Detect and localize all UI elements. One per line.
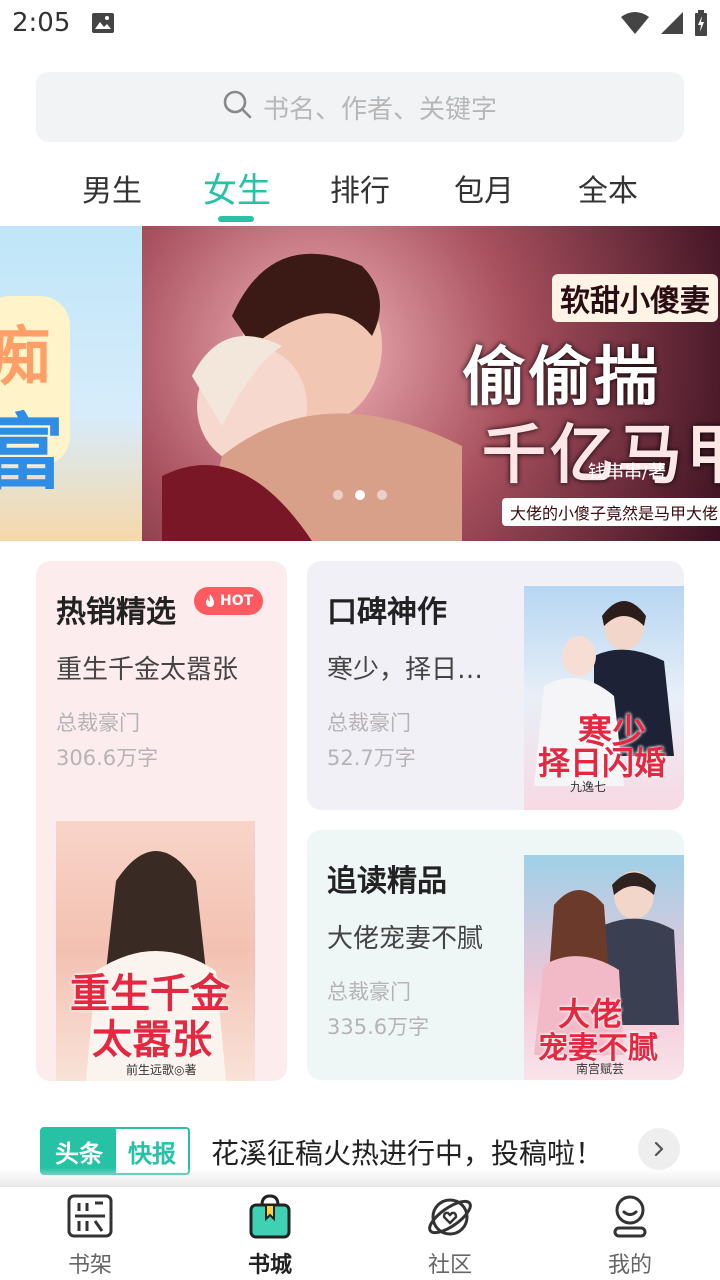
tab-female[interactable]: 女生	[203, 163, 271, 212]
pager-dot[interactable]	[377, 490, 387, 500]
book-cover[interactable]: 大佬 宠妻不腻 南宫赋芸	[524, 855, 684, 1080]
chevron-right-icon[interactable]	[638, 1128, 680, 1170]
signal-icon	[660, 11, 684, 39]
search-placeholder: 书名、作者、关键字	[262, 94, 497, 125]
book-name: 大佬宠妻不腻	[327, 924, 484, 954]
wifi-icon	[620, 11, 650, 39]
status-bar: 2:05	[0, 0, 720, 50]
book-word-count: 335.6万字	[327, 1015, 430, 1039]
hot-badge-label: HOT	[220, 593, 254, 609]
word-of-mouth-card[interactable]: 口碑神作 寒少，择日… 总裁豪门 52.7万字 寒少 择日闪婚 九逸七	[307, 561, 684, 810]
banner-tagline: 大佬的小傻子竟然是马甲大佬	[502, 498, 720, 526]
bookstore-bag-icon	[247, 1193, 293, 1243]
book-name: 重生千金太嚣张	[56, 655, 239, 685]
image-icon	[91, 12, 115, 34]
book-cover[interactable]: 重生千金 太嚣张 前生远歌◎著	[56, 821, 255, 1081]
tab-male[interactable]: 男生	[82, 166, 142, 210]
card-title: 热销精选	[56, 595, 176, 630]
card-title: 口碑神作	[327, 595, 447, 630]
book-word-count: 52.7万字	[327, 746, 416, 770]
bottom-navigation: 书架 书城 社区 我的	[0, 1186, 720, 1280]
book-name: 寒少，择日…	[327, 655, 484, 685]
hot-picks-card[interactable]: 热销精选 HOT 重生千金太嚣张 总裁豪门 306.6万字 重生千金 太嚣张 前…	[36, 561, 287, 1081]
profile-icon	[607, 1193, 653, 1243]
must-read-card[interactable]: 追读精品 大佬宠妻不腻 总裁豪门 335.6万字 大佬 宠妻不腻 南宫赋芸	[307, 830, 684, 1080]
status-time: 2:05	[12, 8, 71, 38]
banner-glyph: 痴	[0, 321, 50, 395]
nav-bookshelf-label: 书架	[67, 1253, 112, 1278]
nav-profile-label: 我的	[607, 1253, 652, 1278]
community-planet-icon	[427, 1193, 473, 1243]
nav-bookstore-label: 书城	[247, 1253, 292, 1278]
search-bar[interactable]: 书名、作者、关键字	[36, 72, 684, 142]
cover-author: 九逸七	[570, 780, 607, 794]
tab-complete[interactable]: 全本	[578, 166, 638, 210]
battery-charging-icon	[694, 10, 708, 40]
tab-ranking[interactable]: 排行	[330, 166, 390, 210]
book-genre: 总裁豪门	[327, 711, 411, 735]
cover-title-line2: 太嚣张	[92, 1016, 212, 1063]
hot-badge: HOT	[194, 587, 264, 615]
flame-icon	[206, 594, 214, 607]
pager-dot[interactable]	[333, 490, 343, 500]
banner-subtitle: 软甜小傻妻	[552, 274, 718, 322]
card-title: 追读精品	[327, 864, 447, 899]
news-logo-part2: 快报	[128, 1139, 176, 1168]
news-logo-part1: 头条	[42, 1129, 116, 1173]
scroll-shadow	[0, 1168, 720, 1186]
cover-author: 前生远歌◎著	[126, 1063, 197, 1077]
banner-illustration	[162, 253, 462, 541]
banner-author: 钱串串/著	[588, 462, 667, 483]
book-word-count: 306.6万字	[56, 746, 159, 770]
banner-glyph: 富	[0, 406, 65, 501]
category-tabs: 男生 女生 排行 包月 全本	[0, 160, 720, 226]
nav-profile[interactable]: 我的	[570, 1193, 690, 1278]
nav-bookstore[interactable]: 书城	[210, 1193, 330, 1278]
nav-community-label: 社区	[427, 1253, 472, 1278]
pager-dot-active[interactable]	[355, 490, 365, 500]
search-icon	[223, 90, 253, 124]
nav-community[interactable]: 社区	[390, 1193, 510, 1278]
banner-pager	[333, 490, 387, 500]
book-cover[interactable]: 寒少 择日闪婚 九逸七	[524, 586, 684, 810]
banner-current-slide[interactable]: 软甜小傻妻 偷偷揣 千亿马甲 钱串串/著 大佬的小傻子竟然是马甲大佬	[142, 226, 720, 541]
banner-previous-slide[interactable]: 痴 富	[0, 226, 142, 541]
active-tab-indicator	[218, 216, 254, 222]
bookshelf-icon	[67, 1193, 113, 1243]
cover-author: 南宫赋芸	[576, 1062, 625, 1076]
nav-bookshelf[interactable]: 书架	[30, 1193, 150, 1278]
book-genre: 总裁豪门	[56, 711, 140, 735]
news-headline[interactable]: 花溪征稿火热进行中，投稿啦！	[211, 1132, 603, 1172]
tab-monthly[interactable]: 包月	[454, 166, 514, 210]
book-genre: 总裁豪门	[327, 980, 411, 1004]
